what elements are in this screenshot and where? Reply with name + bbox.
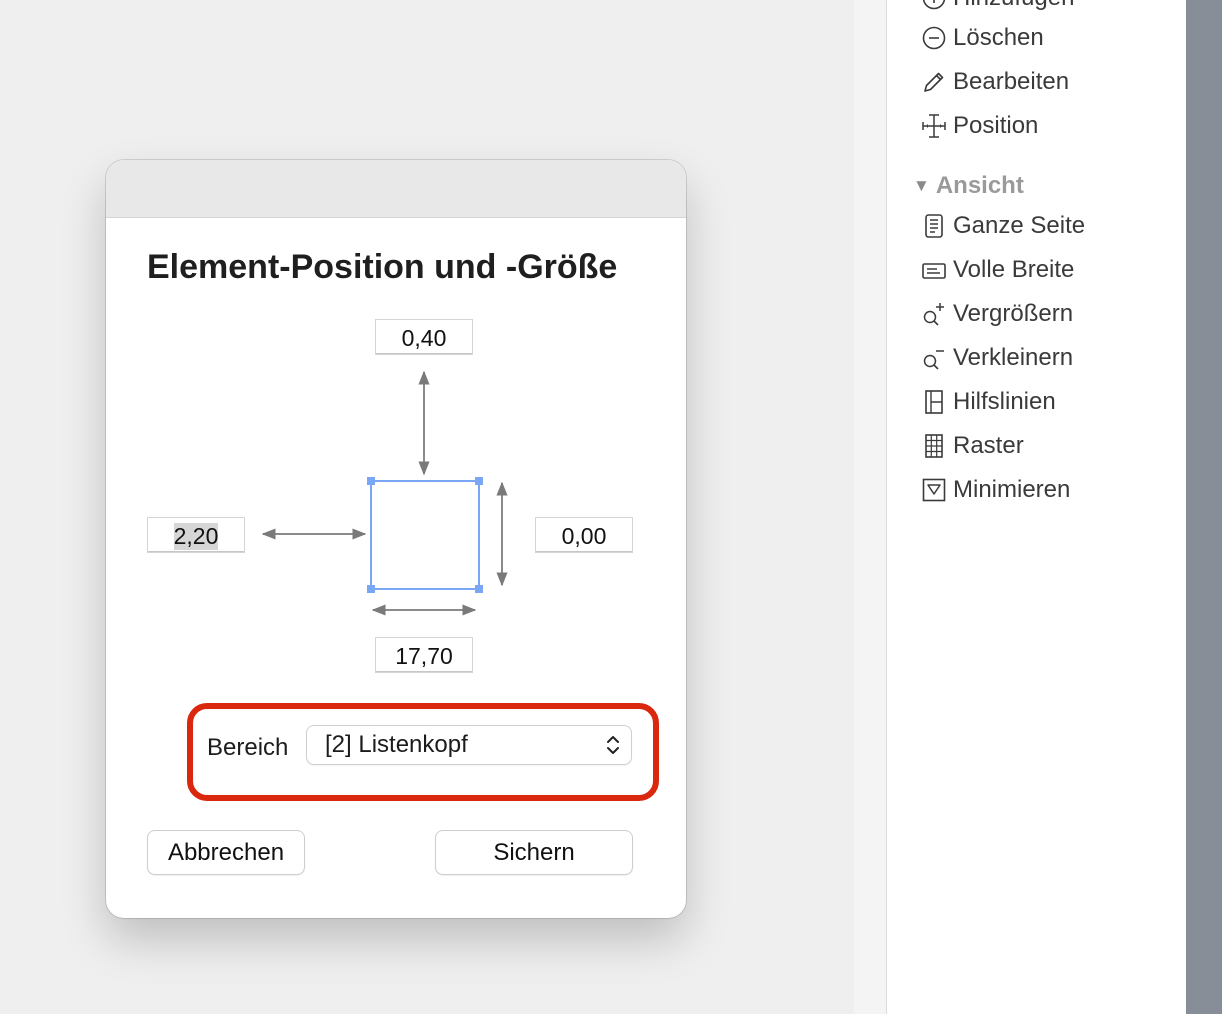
sidebar-item-edit[interactable]: Bearbeiten <box>921 64 1069 100</box>
sidebar-item-label: Position <box>953 112 1039 139</box>
selection-handle <box>475 477 483 485</box>
sidebar-item-label: Verkleinern <box>953 344 1074 371</box>
guides-icon <box>921 388 947 416</box>
cancel-button[interactable]: Abbrechen <box>148 831 304 874</box>
save-button[interactable]: Sichern <box>436 831 632 874</box>
full-width-icon <box>921 256 947 284</box>
sidebar-item-label: Vergrößern <box>953 300 1074 327</box>
sidebar-item-label: Raster <box>953 432 1024 459</box>
window-edge <box>1186 0 1222 1014</box>
minus-circle-icon <box>921 24 947 52</box>
sidebar-section-label: Ansicht <box>935 172 1024 199</box>
sidebar-item-label: Hinzufügen <box>953 0 1074 12</box>
sidebar-item-label: Bearbeiten <box>953 68 1070 95</box>
grid-icon <box>921 432 947 460</box>
element-box <box>370 480 480 590</box>
zoom-out-icon <box>921 344 947 372</box>
chevron-updown-icon <box>605 734 621 763</box>
sidebar-item-full-page[interactable]: Ganze Seite <box>921 208 1085 244</box>
position-icon <box>921 112 947 140</box>
plus-circle-icon <box>921 0 947 12</box>
sidebar-item-zoom-out[interactable]: Verkleinern <box>921 340 1073 376</box>
pencil-icon <box>921 68 947 96</box>
full-page-icon <box>921 212 947 240</box>
sidebar-section-view[interactable]: ▼ Ansicht <box>913 168 1024 204</box>
right-offset-field[interactable]: 0,00 <box>536 518 632 552</box>
selection-handle <box>475 585 483 593</box>
sidebar-item-label: Löschen <box>953 24 1044 51</box>
area-label: Bereich <box>207 734 289 761</box>
minimize-icon <box>921 476 947 504</box>
position-size-dialog: Element-Position und -Größe 0,40 2,20 0,… <box>106 160 686 918</box>
sidebar-item-grid[interactable]: Raster <box>921 428 1024 464</box>
sidebar-item-label: Minimieren <box>953 476 1071 503</box>
bottom-offset-field[interactable]: 17,70 <box>376 638 472 672</box>
sidebar-item-label: Hilfslinien <box>953 388 1056 415</box>
position-diagram <box>261 370 508 616</box>
sidebar-item-label: Ganze Seite <box>953 212 1086 239</box>
top-offset-field[interactable]: 0,40 <box>376 320 472 354</box>
sidebar-item-delete[interactable]: Löschen <box>921 20 1044 56</box>
sidebar-item-label: Volle Breite <box>953 256 1075 283</box>
selection-handle <box>367 477 375 485</box>
sidebar-item-full-width[interactable]: Volle Breite <box>921 252 1074 288</box>
zoom-in-icon <box>921 300 947 328</box>
selection-handle <box>367 585 375 593</box>
sidebar-item-zoom-in[interactable]: Vergrößern <box>921 296 1073 332</box>
disclosure-triangle-icon: ▼ <box>913 176 930 195</box>
left-offset-field[interactable]: 2,20 <box>148 518 244 552</box>
sidebar-item-guides[interactable]: Hilfslinien <box>921 384 1056 420</box>
area-select-value: [2] Listenkopf <box>325 731 468 758</box>
sidebar-item-position[interactable]: Position <box>921 108 1038 144</box>
area-select[interactable]: [2] Listenkopf <box>307 726 631 764</box>
sidebar-panel: Hinzufügen Löschen Bearbeiten Position ▼… <box>886 0 1187 1014</box>
sidebar-item-minimize[interactable]: Minimieren <box>921 472 1070 508</box>
sidebar-item-add[interactable]: Hinzufügen <box>921 0 1074 16</box>
